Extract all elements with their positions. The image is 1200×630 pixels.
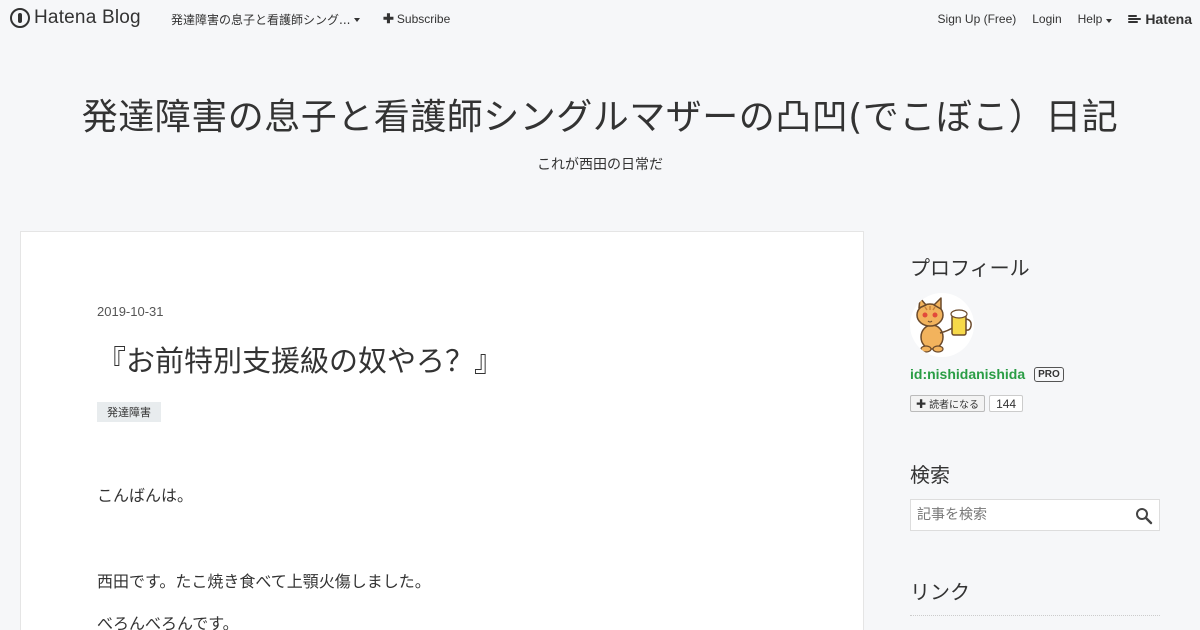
- category-tag[interactable]: 発達障害: [97, 402, 161, 422]
- profile-heading: プロフィール: [910, 256, 1030, 280]
- search-input[interactable]: [911, 500, 1131, 530]
- entry-paragraph: こんばんは。: [97, 486, 194, 505]
- help-label: Help: [1077, 12, 1103, 26]
- global-header: Hatena Blog 発達障害の息子と看護師シング... ✚ Subscrib…: [0, 0, 1200, 36]
- signup-link[interactable]: Sign Up (Free): [938, 12, 1017, 26]
- hatena-blog-logo[interactable]: Hatena Blog: [10, 7, 141, 29]
- profile-id[interactable]: id:nishidanishida PRO: [910, 366, 1064, 382]
- become-reader-button[interactable]: ✚ 読者になる: [910, 395, 986, 412]
- subscribe-button[interactable]: ✚ Subscribe: [383, 11, 450, 27]
- entry-paragraph: べろんべろんです。: [97, 614, 239, 630]
- entry-date[interactable]: 2019-10-31: [97, 304, 164, 319]
- links-heading: リンク: [910, 580, 970, 604]
- profile-id-link[interactable]: id:nishidanishida: [910, 366, 1025, 382]
- search-icon[interactable]: [1135, 507, 1153, 525]
- subscribe-label: Subscribe: [396, 12, 451, 26]
- entry-title[interactable]: 『お前特別支援級の奴やろ？』: [97, 338, 503, 380]
- blog-title[interactable]: 発達障害の息子と看護師シングルマザーの凸凹(でこぼこ）日記: [0, 88, 1200, 140]
- subscribe-reader-row: ✚ 読者になる 144: [910, 395, 1024, 412]
- blog-description: これが西田の日常だ: [537, 157, 663, 173]
- hatena-logo-text: Hatena: [1145, 11, 1192, 27]
- cat-with-beer-avatar: [910, 293, 974, 357]
- blog-menu-label: 発達障害の息子と看護師シング...: [171, 13, 351, 27]
- links-divider: [910, 615, 1160, 616]
- blog-menu-dropdown[interactable]: 発達障害の息子と看護師シング...: [171, 11, 361, 28]
- brand-text: Hatena Blog: [34, 7, 141, 28]
- chevron-down-icon: [1106, 19, 1113, 23]
- search-heading: 検索: [910, 463, 950, 487]
- search-form: [910, 499, 1160, 531]
- chevron-down-icon: [354, 17, 361, 22]
- hatena-logo[interactable]: Hatena: [1128, 11, 1192, 27]
- avatar[interactable]: [910, 293, 974, 357]
- entry-article: 2019-10-31 『お前特別支援級の奴やろ？』 発達障害 こんばんは。 西田…: [20, 231, 864, 630]
- pro-badge: PRO: [1034, 366, 1064, 382]
- plus-icon: ✚: [916, 396, 927, 411]
- hatena-blog-icon: [10, 8, 30, 28]
- reader-count[interactable]: 144: [989, 395, 1024, 412]
- login-link[interactable]: Login: [1032, 12, 1061, 26]
- header-right-nav: Sign Up (Free) Login Help Hatena: [922, 11, 1192, 27]
- plus-icon: ✚: [383, 11, 394, 26]
- hatena-mark-icon: [1128, 14, 1142, 24]
- reader-button-label: 読者になる: [929, 400, 980, 411]
- help-menu[interactable]: Help: [1078, 12, 1113, 26]
- entry-paragraph: 西田です。たこ焼き食べて上顎火傷しました。: [97, 572, 431, 591]
